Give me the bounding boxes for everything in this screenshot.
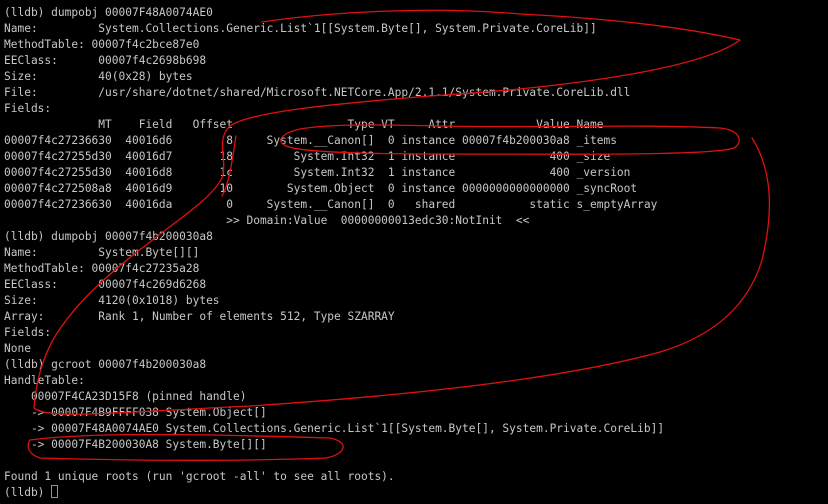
prompt-line[interactable]: (lldb) bbox=[4, 485, 59, 501]
terminal-line: Size: 4120(0x1018) bytes bbox=[4, 294, 220, 307]
field-row: 00007f4c27255d30 40016d8 1c System.Int32… bbox=[4, 166, 631, 179]
terminal-line: HandleTable: bbox=[4, 374, 85, 387]
root-chain-line: -> 00007F4B200030A8 System.Byte[][] bbox=[4, 438, 267, 451]
prompt-text: (lldb) bbox=[4, 486, 52, 499]
terminal-line: MethodTable: 00007f4c2bce87e0 bbox=[4, 38, 200, 51]
terminal-window[interactable]: ~~~~ (lldb) dumpobj 00007F48A0074AE0 Nam… bbox=[0, 0, 828, 504]
root-chain-line: -> 00007F4B9FFFF038 System.Object[] bbox=[4, 406, 267, 419]
field-row: 00007f4c272508a8 40016d9 10 System.Objec… bbox=[4, 182, 638, 195]
terminal-line: EEClass: 00007f4c2698b698 bbox=[4, 54, 207, 67]
terminal-line: Array: Rank 1, Number of elements 512, T… bbox=[4, 310, 395, 323]
terminal-line: Name: System.Byte[][] bbox=[4, 246, 200, 259]
field-row: 00007f4c27236630 40016da 0 System.__Cano… bbox=[4, 198, 658, 211]
terminal-line: Name: System.Collections.Generic.List`1[… bbox=[4, 22, 597, 35]
terminal-line: None bbox=[4, 342, 31, 355]
fields-header-line: MT Field Offset Type VT Attr Value Name bbox=[4, 118, 604, 131]
terminal-line: File: /usr/share/dotnet/shared/Microsoft… bbox=[4, 86, 631, 99]
command-line: (lldb) dumpobj 00007F48A0074AE0 bbox=[4, 6, 213, 19]
root-chain-line: -> 00007F48A0074AE0 System.Collections.G… bbox=[4, 422, 665, 435]
terminal-line: Found 1 unique roots (run 'gcroot -all' … bbox=[4, 470, 395, 483]
terminal-line: Fields: bbox=[4, 326, 52, 339]
text-cursor bbox=[51, 485, 59, 498]
terminal-line: Fields: bbox=[4, 102, 52, 115]
terminal-line: >> Domain:Value 00000000013edc30:NotInit… bbox=[4, 214, 530, 227]
terminal-line: MethodTable: 00007f4c27235a28 bbox=[4, 262, 200, 275]
terminal-line: EEClass: 00007f4c269d6268 bbox=[4, 278, 207, 291]
field-row: 00007f4c27255d30 40016d7 18 System.Int32… bbox=[4, 150, 611, 163]
terminal-line: Size: 40(0x28) bytes bbox=[4, 70, 193, 83]
command-line: (lldb) dumpobj 00007f4b200030a8 bbox=[4, 230, 213, 243]
terminal-line: 00007F4CA23D15F8 (pinned handle) bbox=[4, 390, 247, 403]
command-line: (lldb) gcroot 00007f4b200030a8 bbox=[4, 358, 207, 371]
field-row: 00007f4c27236630 40016d6 8 System.__Cano… bbox=[4, 134, 617, 147]
